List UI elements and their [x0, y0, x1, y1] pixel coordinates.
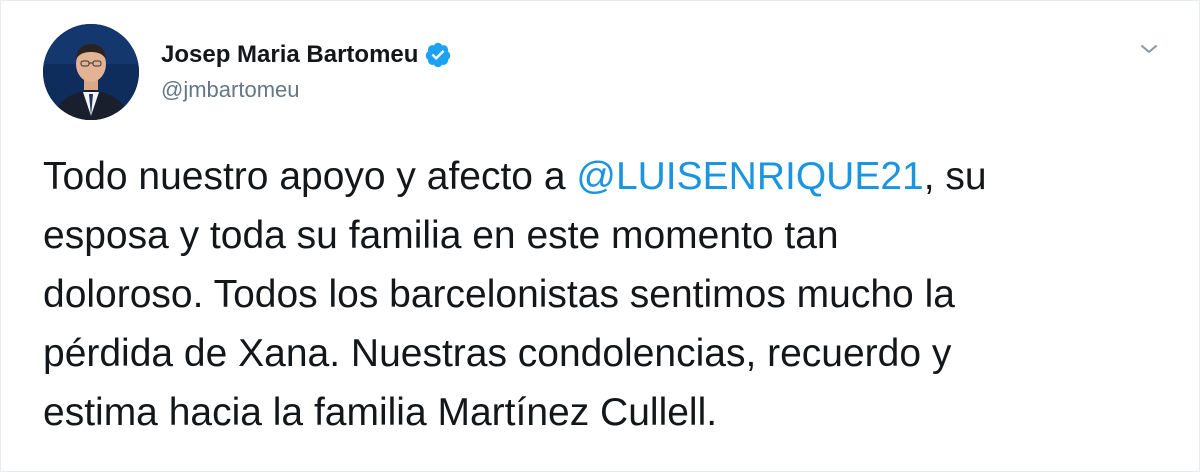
tweet-text-segment: Todo nuestro apoyo y afecto a [43, 155, 577, 198]
tweet-line-2: esposa y toda su familia en este momento… [43, 214, 839, 257]
avatar-image [43, 24, 139, 120]
verified-badge-icon [424, 41, 452, 69]
tweet-line-3: doloroso. Todos los barcelonistas sentim… [43, 273, 955, 316]
display-name[interactable]: Josep Maria Bartomeu [161, 39, 418, 71]
handle[interactable]: @jmbartomeu [161, 75, 452, 105]
chevron-down-icon[interactable] [1137, 37, 1161, 61]
tweet-card: Josep Maria Bartomeu @jmbartomeu Todo nu… [0, 0, 1200, 472]
tweet-text-segment: , su [923, 155, 987, 198]
tweet-line-5: estima hacia la familia Martínez Cullell… [43, 391, 718, 434]
tweet-line-4: pérdida de Xana. Nuestras condolencias, … [43, 332, 952, 375]
author-block: Josep Maria Bartomeu @jmbartomeu [161, 39, 452, 105]
tweet-text: Todo nuestro apoyo y afecto a @LUISENRIQ… [43, 147, 1143, 442]
mention-link[interactable]: @LUISENRIQUE21 [576, 155, 923, 198]
name-row: Josep Maria Bartomeu [161, 39, 452, 71]
tweet-line-1: Todo nuestro apoyo y afecto a @LUISENRIQ… [43, 147, 1143, 206]
avatar[interactable] [43, 24, 139, 120]
